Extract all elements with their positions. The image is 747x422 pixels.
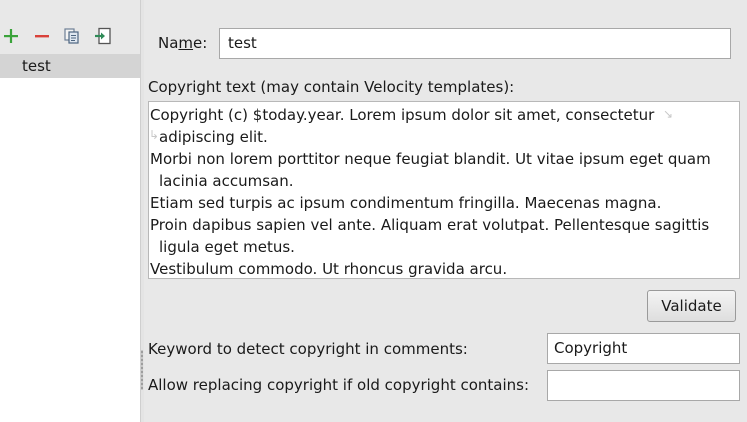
copy-button[interactable]	[61, 25, 83, 47]
plus-icon	[4, 29, 18, 43]
allow-replacing-label: Allow replacing copyright if old copyrig…	[148, 376, 530, 394]
text-line: lacinia accumsan.	[159, 172, 294, 190]
copyright-text-area[interactable]: ↘ ↳ Copyright (c) $today.year. Lorem ips…	[148, 101, 740, 279]
keyword-value: Copyright	[554, 339, 628, 357]
copyright-text-label: Copyright text (may contain Velocity tem…	[148, 78, 515, 96]
text-line: Copyright (c) $today.year. Lorem ipsum d…	[150, 106, 655, 124]
copyright-profiles-dialog: test Name: test Copyright text (may cont…	[0, 0, 747, 422]
text-line: Morbi non lorem porttitor neque feugiat …	[150, 150, 711, 168]
minus-icon	[35, 35, 49, 38]
name-input[interactable]: test	[219, 28, 731, 59]
text-line: Etiam sed turpis ac ipsum condimentum fr…	[150, 194, 662, 212]
profiles-panel: test	[0, 0, 140, 422]
profile-list-item[interactable]: test	[0, 54, 140, 78]
mnemonic-letter: m	[178, 34, 194, 52]
copy-icon	[64, 28, 79, 44]
profile-label: test	[22, 57, 51, 75]
validate-button[interactable]: Validate	[647, 290, 736, 322]
remove-button[interactable]	[31, 25, 53, 47]
name-label: Name:	[158, 34, 208, 52]
text-line: Proin dapibus sapien vel ante. Aliquam e…	[150, 216, 710, 234]
profiles-toolbar	[0, 0, 140, 54]
add-button[interactable]	[0, 25, 22, 47]
splitter-grip[interactable]	[141, 350, 143, 390]
text-line: adipiscing elit.	[159, 128, 268, 146]
import-button[interactable]	[92, 25, 114, 47]
keyword-label: Keyword to detect copyright in comments:	[148, 340, 468, 358]
name-value: test	[228, 34, 257, 52]
import-icon	[95, 27, 111, 45]
text-line: ligula eget metus.	[159, 238, 295, 256]
allow-replacing-input[interactable]	[547, 370, 740, 401]
text-line: Vestibulum commodo. Ut rhoncus gravida a…	[150, 260, 508, 278]
keyword-input[interactable]: Copyright	[547, 333, 740, 364]
